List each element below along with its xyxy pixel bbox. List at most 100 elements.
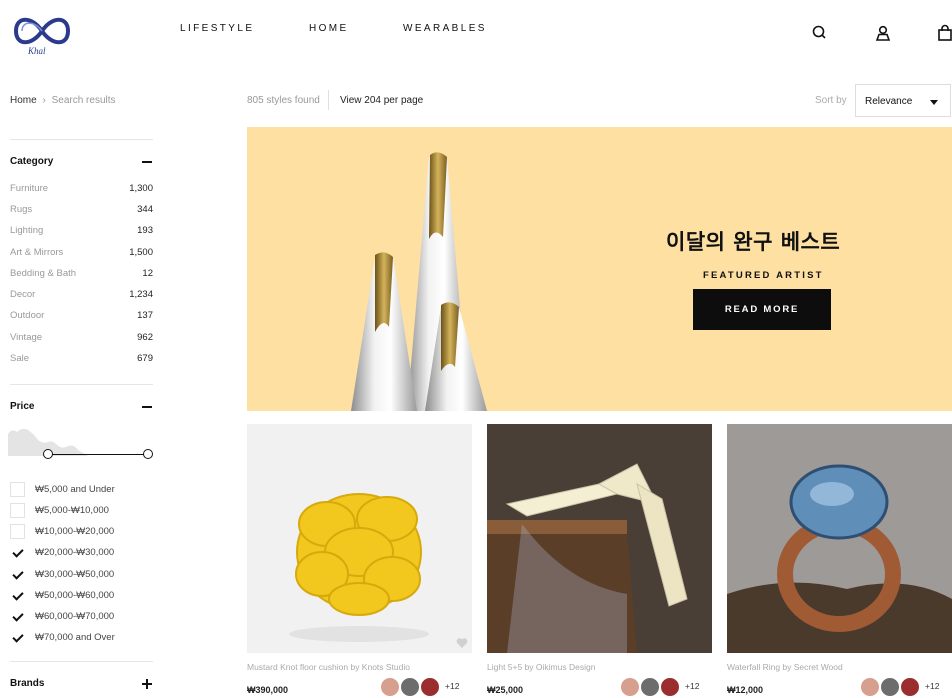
hero-title: 이달의 완구 베스트 (666, 230, 841, 254)
avatar (899, 676, 921, 698)
category-label: Sale (10, 353, 30, 364)
search-icon[interactable] (811, 24, 829, 42)
sidebar-divider (10, 384, 153, 385)
product-title[interactable]: Waterfall Ring by Secret Wood (727, 662, 843, 672)
price-slider-max-handle[interactable] (143, 449, 153, 459)
category-label: Bedding & Bath (10, 268, 77, 279)
category-count: 193 (137, 225, 153, 236)
price-option[interactable]: ₩10,000-₩20,000 (10, 524, 155, 540)
price-option-label: ₩5,000 and Under (35, 484, 115, 495)
product-title[interactable]: Mustard Knot floor cushion by Knots Stud… (247, 662, 410, 672)
category-item-sale[interactable]: Sale 679 (10, 353, 153, 367)
read-more-button[interactable]: READ MORE (693, 289, 831, 330)
hero-subtitle: FEATURED ARTIST (703, 270, 824, 281)
category-item-outdoor[interactable]: Outdoor 137 (10, 310, 153, 324)
product-image-waterfall-ring[interactable] (727, 424, 952, 653)
category-label: Furniture (10, 183, 49, 194)
price-option[interactable]: ₩20,000-₩30,000 (10, 545, 155, 561)
sort-select[interactable]: Relevance (855, 84, 951, 117)
price-option-label: ₩30,000-₩50,000 (35, 569, 115, 580)
price-checkbox[interactable] (10, 609, 25, 624)
product-avatars[interactable]: +12 (379, 676, 469, 698)
category-count: 1,234 (129, 289, 153, 300)
sort-label: Sort by (815, 95, 847, 106)
category-item-vintage[interactable]: Vintage 962 (10, 332, 153, 346)
product-avatars[interactable]: +12 (619, 676, 709, 698)
hero-vases-illustration (351, 152, 487, 411)
category-count: 1,300 (129, 183, 153, 194)
breadcrumb-current: Search results (51, 95, 116, 106)
product-price: ₩390,000 (247, 685, 289, 695)
price-slider-min-handle[interactable] (43, 449, 53, 459)
avatar (419, 676, 441, 698)
category-label: Vintage (10, 332, 43, 343)
nav-item-wearables[interactable]: WEARABLES (403, 23, 487, 34)
avatar (619, 676, 641, 698)
user-icon[interactable] (874, 24, 892, 42)
per-page-selector[interactable]: View 204 per page (340, 95, 423, 106)
category-item-rugs[interactable]: Rugs 344 (10, 204, 153, 218)
price-checkbox[interactable] (10, 482, 25, 497)
avatar (379, 676, 401, 698)
price-option[interactable]: ₩50,000-₩60,000 (10, 588, 155, 604)
price-option[interactable]: ₩30,000-₩50,000 (10, 567, 155, 583)
sidebar-divider (10, 139, 153, 140)
breadcrumb-separator: › (42, 95, 46, 106)
category-count: 1,500 (129, 247, 153, 258)
heart-icon[interactable] (456, 637, 468, 649)
nav-item-home[interactable]: HOME (309, 23, 349, 34)
price-option[interactable]: ₩60,000-₩70,000 (10, 609, 155, 625)
avatar-more-count: +12 (925, 681, 940, 691)
sidebar-divider (10, 661, 153, 662)
category-item-lighting[interactable]: Lighting 193 (10, 225, 153, 239)
category-item-furniture[interactable]: Furniture 1,300 (10, 183, 153, 197)
category-label: Decor (10, 289, 36, 300)
price-option-label: ₩10,000-₩20,000 (35, 526, 115, 537)
product-price: ₩12,000 (727, 685, 764, 695)
toolbar-divider (328, 90, 329, 110)
product-title[interactable]: Light 5+5 by Oikimus Design (487, 662, 595, 672)
price-slider-track[interactable] (48, 454, 148, 455)
price-checkbox[interactable] (10, 567, 25, 582)
price-checkbox[interactable] (10, 524, 25, 539)
sort-select-value: Relevance (865, 96, 913, 107)
breadcrumb: Home › Search results (10, 95, 116, 106)
price-checkbox[interactable] (10, 503, 25, 518)
avatar (399, 676, 421, 698)
chevron-down-icon (930, 100, 938, 105)
results-count: 805 styles found (247, 95, 320, 106)
price-option[interactable]: ₩5,000 and Under (10, 482, 155, 498)
category-item-bedding-bath[interactable]: Bedding & Bath 12 (10, 268, 153, 282)
product-image-knot-cushion[interactable] (247, 424, 472, 653)
brand-logo-text: Khal (28, 46, 46, 56)
category-collapse-minus-icon[interactable] (141, 156, 153, 168)
category-label: Art & Mirrors (10, 247, 64, 258)
price-option-label: ₩5,000-₩10,000 (35, 505, 109, 516)
brands-expand-plus-icon[interactable] (141, 678, 153, 690)
price-heading: Price (10, 401, 35, 412)
price-collapse-minus-icon[interactable] (141, 401, 153, 413)
category-count: 12 (142, 268, 153, 279)
nav-item-lifestyle[interactable]: LIFESTYLE (180, 23, 254, 34)
avatar-more-count: +12 (685, 681, 700, 691)
price-checkbox[interactable] (10, 588, 25, 603)
price-option-label: ₩70,000 and Over (35, 632, 115, 643)
product-image-light[interactable] (487, 424, 712, 653)
price-option[interactable]: ₩5,000-₩10,000 (10, 503, 155, 519)
price-option[interactable]: ₩70,000 and Over (10, 630, 155, 646)
category-item-art-mirrors[interactable]: Art & Mirrors 1,500 (10, 247, 153, 261)
category-count: 344 (137, 204, 153, 215)
category-count: 137 (137, 310, 153, 321)
hero-banner[interactable] (247, 127, 952, 411)
price-option-label: ₩50,000-₩60,000 (35, 590, 115, 601)
breadcrumb-home[interactable]: Home (10, 95, 37, 106)
product-avatars[interactable]: +12 (859, 676, 949, 698)
price-checkbox[interactable] (10, 545, 25, 560)
avatar (659, 676, 681, 698)
avatar (859, 676, 881, 698)
price-checkbox[interactable] (10, 630, 25, 645)
category-label: Rugs (10, 204, 33, 215)
bag-icon[interactable] (936, 24, 952, 42)
product-price: ₩25,000 (487, 685, 524, 695)
category-item-decor[interactable]: Decor 1,234 (10, 289, 153, 303)
